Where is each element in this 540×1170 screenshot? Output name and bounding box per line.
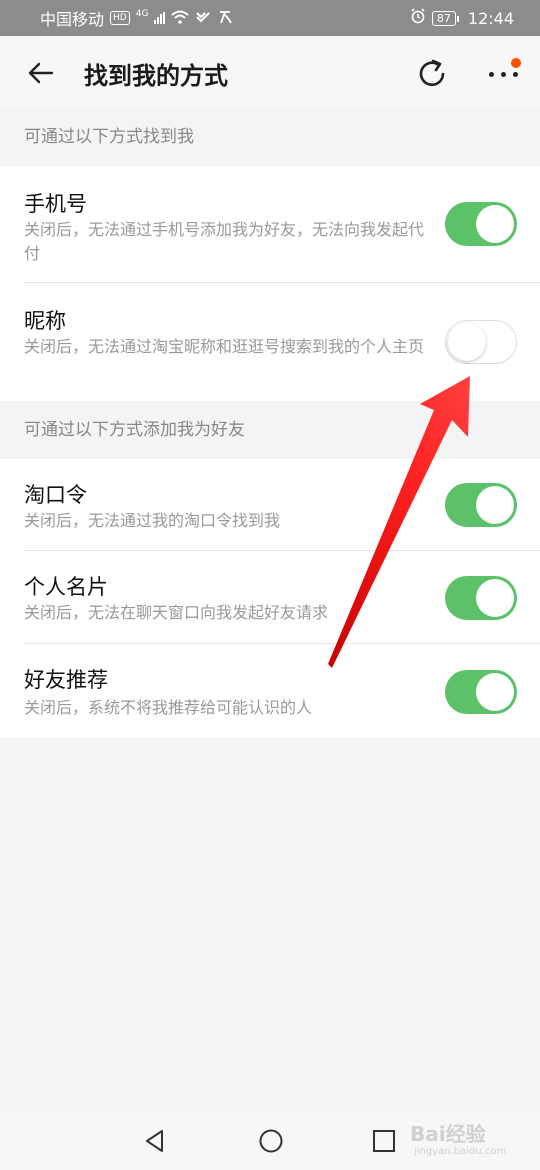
refresh-icon[interactable] bbox=[414, 56, 450, 92]
network-type: 4G bbox=[135, 9, 149, 19]
friend-recommend-toggle[interactable] bbox=[445, 670, 517, 714]
app-notification-icon bbox=[217, 9, 233, 28]
back-arrow-icon[interactable] bbox=[26, 58, 56, 88]
hd-icon: HD bbox=[110, 11, 130, 25]
taokouling-toggle[interactable] bbox=[445, 483, 517, 527]
nav-home-icon[interactable] bbox=[258, 1128, 284, 1154]
wifi-icon bbox=[171, 9, 190, 28]
section-header-find-me: 可通过以下方式找到我 bbox=[0, 108, 540, 166]
nav-recents-icon[interactable] bbox=[372, 1129, 396, 1153]
setting-row-business-card: 个人名片 关闭后，无法在聊天窗口向我发起好友请求 bbox=[0, 551, 540, 644]
setting-row-friend-recommend: 好友推荐 关闭后，系统不将我推荐给可能认识的人 bbox=[0, 644, 540, 738]
setting-row-nickname: 昵称 关闭后，无法通过淘宝昵称和逛逛号搜索到我的个人主页 bbox=[0, 283, 540, 401]
battery-icon: 87 bbox=[431, 10, 459, 26]
watermark-url: jingyan.baidu.com bbox=[414, 1146, 507, 1157]
nav-back-icon[interactable] bbox=[142, 1128, 168, 1154]
section-header-add-friend: 可通过以下方式添加我为好友 bbox=[0, 401, 540, 459]
setting-description: 关闭后，无法在聊天窗口向我发起好友请求 bbox=[24, 603, 329, 622]
app-header: 找到我的方式 bbox=[0, 36, 540, 108]
business-card-toggle[interactable] bbox=[445, 576, 517, 620]
clock-time: 12:44 bbox=[467, 8, 514, 28]
setting-title: 淘口令 bbox=[24, 483, 87, 507]
setting-description: 关闭后，无法通过手机号添加我为好友，无法向我发起代付 bbox=[24, 220, 425, 263]
alarm-icon bbox=[410, 8, 426, 28]
watermark-logo: Bai经验 bbox=[410, 1122, 486, 1146]
setting-title: 昵称 bbox=[24, 309, 66, 333]
setting-description: 关闭后，系统不将我推荐给可能认识的人 bbox=[24, 698, 313, 717]
nickname-toggle[interactable] bbox=[445, 320, 517, 364]
more-dots-icon[interactable] bbox=[486, 58, 522, 90]
phone-toggle[interactable] bbox=[445, 202, 517, 246]
setting-description: 关闭后，无法通过我的淘口令找到我 bbox=[24, 511, 281, 530]
hotspot-icon bbox=[195, 9, 211, 28]
setting-title: 好友推荐 bbox=[24, 668, 108, 692]
setting-row-phone: 手机号 关闭后，无法通过手机号添加我为好友，无法向我发起代付 bbox=[0, 166, 540, 283]
notification-dot bbox=[511, 58, 521, 68]
carrier-name: 中国移动 bbox=[40, 10, 105, 29]
page-title: 找到我的方式 bbox=[84, 62, 228, 90]
setting-title: 手机号 bbox=[24, 192, 87, 216]
signal-icon bbox=[154, 12, 166, 24]
setting-description: 关闭后，无法通过淘宝昵称和逛逛号搜索到我的个人主页 bbox=[24, 337, 425, 356]
setting-row-taokouling: 淘口令 关闭后，无法通过我的淘口令找到我 bbox=[0, 459, 540, 551]
setting-title: 个人名片 bbox=[24, 575, 108, 599]
status-bar: 中国移动 HD 4G 87 12:44 bbox=[0, 0, 540, 36]
